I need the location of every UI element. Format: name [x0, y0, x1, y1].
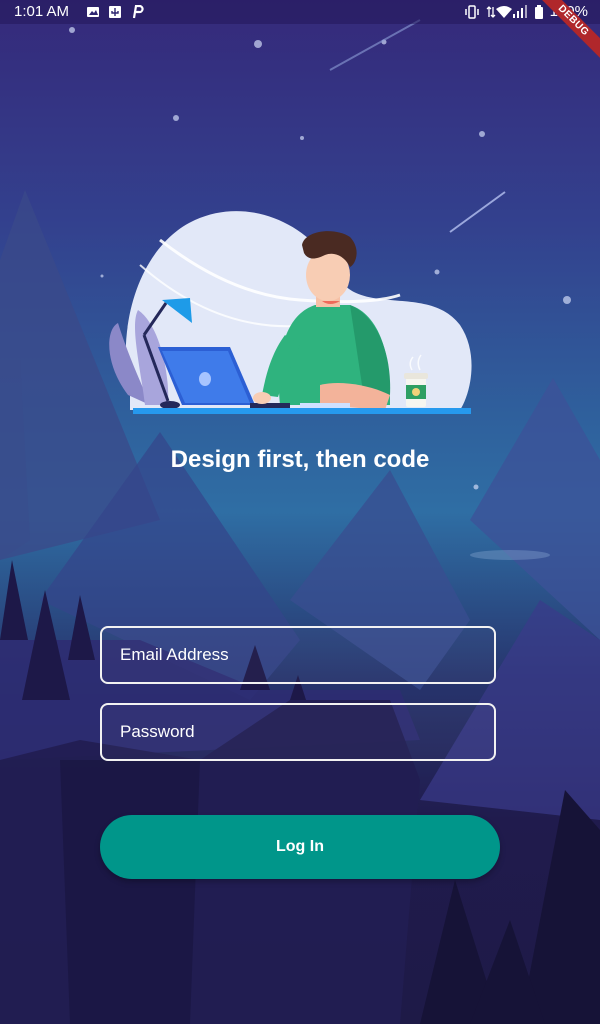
email-field[interactable]	[100, 626, 496, 684]
battery-icon	[535, 5, 543, 19]
parking-icon	[132, 5, 144, 19]
signal-icon	[513, 5, 527, 18]
wifi-icon	[496, 6, 512, 18]
password-field[interactable]	[100, 703, 496, 761]
password-input[interactable]	[102, 705, 494, 759]
data-arrows-icon	[486, 6, 496, 18]
login-screen: 1:01 AM 100% DEBUG	[0, 0, 600, 1024]
usb-icon	[109, 6, 121, 18]
login-button[interactable]: Log In	[100, 815, 500, 879]
email-input[interactable]	[102, 628, 494, 682]
status-bar: 1:01 AM 100%	[0, 0, 600, 24]
tagline: Design first, then code	[170, 446, 430, 473]
developer-illustration	[109, 211, 472, 414]
status-time: 1:01 AM	[14, 3, 70, 20]
image-icon	[87, 7, 99, 17]
vibrate-icon	[465, 5, 479, 19]
